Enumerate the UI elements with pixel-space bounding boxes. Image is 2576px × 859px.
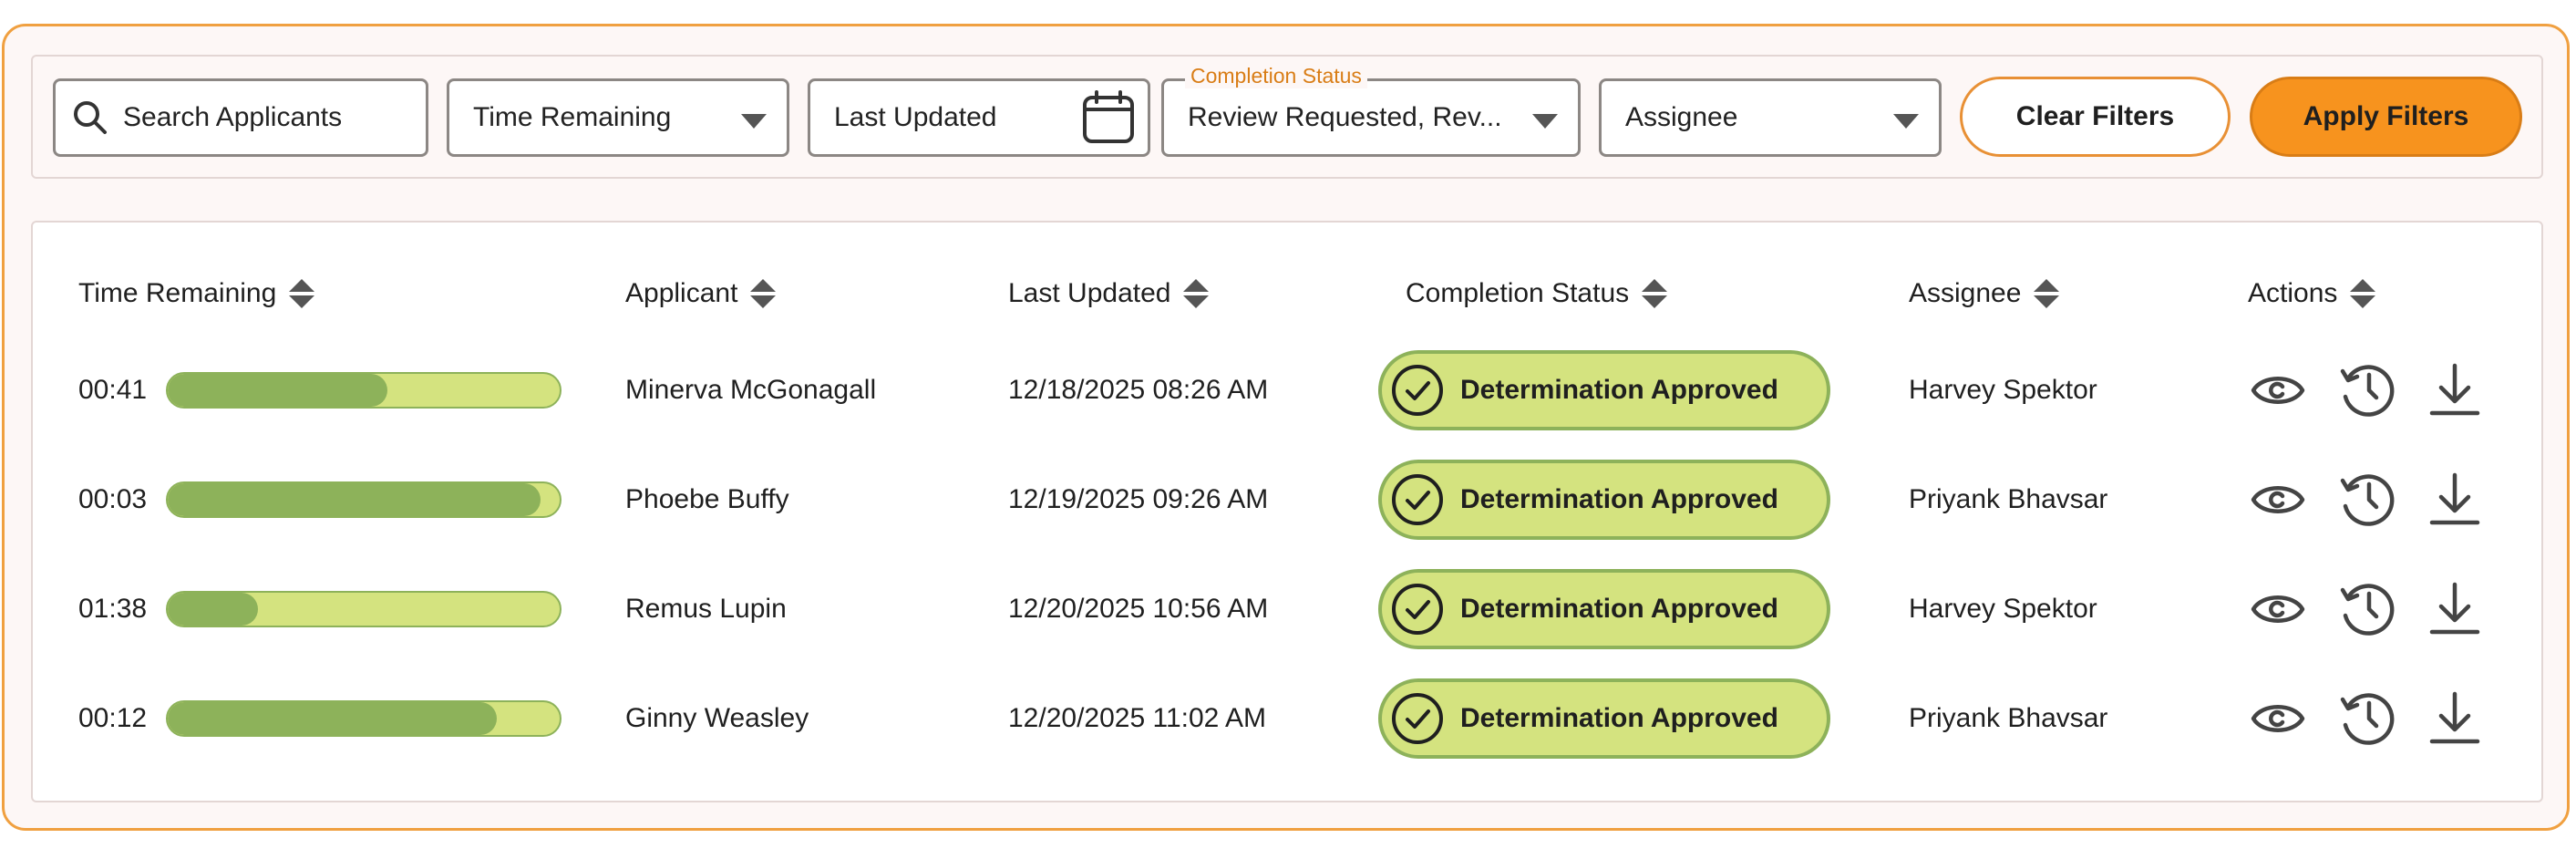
column-header-assignee[interactable]: Assignee xyxy=(1909,274,2060,314)
column-header-completion-status[interactable]: Completion Status xyxy=(1406,274,1668,314)
sort-icon[interactable] xyxy=(289,277,315,310)
column-header-label: Assignee xyxy=(1909,278,2022,308)
apply-filters-button[interactable]: Apply Filters xyxy=(2250,77,2522,157)
download-icon[interactable] xyxy=(2423,687,2487,750)
assignee-name: Priyank Bhavsar xyxy=(1909,703,2108,733)
column-header-label: Actions xyxy=(2248,278,2338,308)
sort-icon[interactable] xyxy=(750,277,777,310)
chevron-down-icon xyxy=(1532,114,1558,129)
last-updated-value: 12/19/2025 09:26 AM xyxy=(1008,484,1269,514)
status-badge: Determination Approved xyxy=(1378,350,1830,430)
completion-status-legend: Completion Status xyxy=(1185,64,1367,88)
status-badge: Determination Approved xyxy=(1378,460,1830,540)
status-badge: Determination Approved xyxy=(1378,569,1830,649)
time-remaining-progress-bar xyxy=(166,481,562,518)
column-header-time-remaining[interactable]: Time Remaining xyxy=(78,274,315,314)
download-icon[interactable] xyxy=(2423,358,2487,422)
progress-fill xyxy=(168,483,541,516)
completion-status-select[interactable]: Review Requested, Rev... xyxy=(1161,78,1581,157)
time-remaining-value: 00:03 xyxy=(78,484,148,514)
history-icon[interactable] xyxy=(2335,577,2399,641)
history-icon[interactable] xyxy=(2335,468,2399,532)
check-circle-icon xyxy=(1382,583,1460,636)
search-icon xyxy=(74,101,107,134)
history-icon[interactable] xyxy=(2335,687,2399,750)
eye-icon[interactable] xyxy=(2246,687,2310,750)
sort-icon[interactable] xyxy=(2034,277,2060,310)
eye-icon[interactable] xyxy=(2246,358,2310,422)
progress-fill xyxy=(168,374,387,407)
download-icon[interactable] xyxy=(2423,577,2487,641)
column-header-applicant[interactable]: Applicant xyxy=(625,274,777,314)
last-updated-value: 12/20/2025 10:56 AM xyxy=(1008,594,1269,624)
calendar-icon xyxy=(1083,90,1134,143)
applicant-name: Minerva McGonagall xyxy=(625,375,877,405)
assignee-name: Harvey Spektor xyxy=(1909,375,2097,405)
check-circle-icon xyxy=(1382,473,1460,526)
time-remaining-value: 00:12 xyxy=(78,703,148,733)
sort-icon[interactable] xyxy=(1642,277,1668,310)
applicant-name: Phoebe Buffy xyxy=(625,484,789,514)
eye-icon[interactable] xyxy=(2246,468,2310,532)
column-header-label: Completion Status xyxy=(1406,278,1630,308)
sort-icon[interactable] xyxy=(2350,277,2376,310)
column-header-label: Last Updated xyxy=(1008,278,1171,308)
assignee-name: Priyank Bhavsar xyxy=(1909,484,2108,514)
sort-icon[interactable] xyxy=(1183,277,1210,310)
status-badge-label: Determination Approved xyxy=(1460,484,1778,514)
check-circle-icon xyxy=(1382,692,1460,745)
progress-fill xyxy=(168,702,498,735)
progress-fill xyxy=(168,593,258,626)
last-updated-date-field[interactable]: Last Updated xyxy=(808,78,1150,157)
applicant-name: Ginny Weasley xyxy=(625,703,809,733)
chevron-down-icon xyxy=(1893,114,1919,129)
completion-status-select-value: Review Requested, Rev... xyxy=(1188,102,1502,132)
last-updated-value: 12/20/2025 11:02 AM xyxy=(1008,703,1267,733)
eye-icon[interactable] xyxy=(2246,577,2310,641)
time-remaining-select[interactable]: Time Remaining xyxy=(447,78,789,157)
status-badge-label: Determination Approved xyxy=(1460,594,1778,624)
time-remaining-progress-bar xyxy=(166,700,562,737)
applicant-name: Remus Lupin xyxy=(625,594,787,624)
time-remaining-value: 00:41 xyxy=(78,375,148,405)
column-header-last-updated[interactable]: Last Updated xyxy=(1008,274,1210,314)
assignee-select[interactable]: Assignee xyxy=(1599,78,1942,157)
column-header-label: Applicant xyxy=(625,278,738,308)
column-header-label: Time Remaining xyxy=(78,278,277,308)
time-remaining-progress-bar xyxy=(166,372,562,409)
assignee-select-label: Assignee xyxy=(1625,102,1738,132)
assignee-name: Harvey Spektor xyxy=(1909,594,2097,624)
check-circle-icon xyxy=(1382,364,1460,417)
history-icon[interactable] xyxy=(2335,358,2399,422)
status-badge-label: Determination Approved xyxy=(1460,703,1778,733)
status-badge: Determination Approved xyxy=(1378,678,1830,759)
column-header-actions: Actions xyxy=(2248,274,2376,314)
clear-filters-button[interactable]: Clear Filters xyxy=(1960,77,2231,157)
time-remaining-progress-bar xyxy=(166,591,562,627)
time-remaining-select-label: Time Remaining xyxy=(473,102,672,132)
download-icon[interactable] xyxy=(2423,468,2487,532)
chevron-down-icon xyxy=(741,114,767,129)
search-input[interactable]: Search Applicants xyxy=(53,78,428,157)
last-updated-field-label: Last Updated xyxy=(834,102,997,132)
last-updated-value: 12/18/2025 08:26 AM xyxy=(1008,375,1269,405)
status-badge-label: Determination Approved xyxy=(1460,375,1778,405)
time-remaining-value: 01:38 xyxy=(78,594,148,624)
search-placeholder: Search Applicants xyxy=(123,102,343,132)
